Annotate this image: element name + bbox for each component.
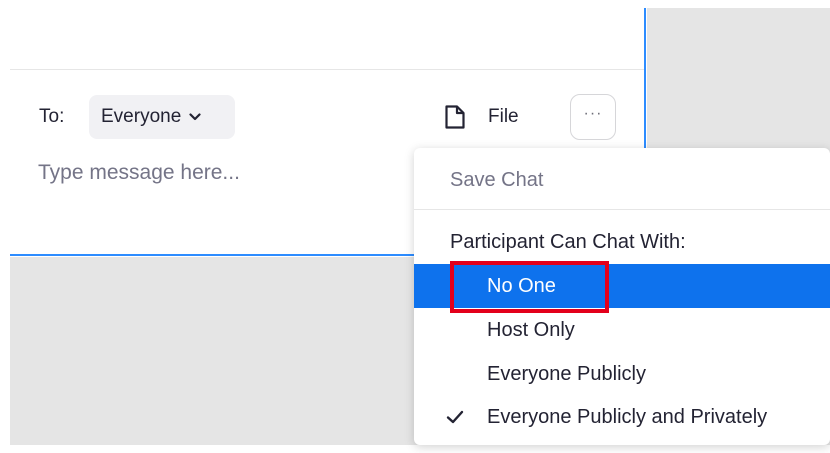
composer-divider (10, 69, 644, 70)
message-input[interactable] (38, 158, 398, 188)
option-label: Host Only (487, 318, 575, 341)
file-icon (445, 105, 465, 129)
option-label: No One (487, 274, 556, 297)
chevron-down-icon (189, 113, 201, 121)
menu-item-everyone-publicly[interactable]: Everyone Publicly (414, 352, 830, 396)
more-options-button[interactable]: ··· (570, 94, 616, 140)
recipient-value: Everyone (101, 106, 182, 127)
menu-item-everyone-publicly-and-privately[interactable]: Everyone Publicly and Privately (414, 395, 830, 439)
menu-item-no-one[interactable]: No One (414, 264, 830, 308)
check-icon (446, 410, 464, 424)
chat-window: To: Everyone File ··· Save Chat Particip… (0, 0, 830, 453)
menu-item-host-only[interactable]: Host Only (414, 308, 830, 352)
option-label: Everyone Publicly (487, 362, 646, 385)
more-options-menu: Save Chat Participant Can Chat With: No … (414, 148, 830, 445)
option-label: Everyone Publicly and Privately (487, 405, 768, 428)
menu-item-save-chat[interactable]: Save Chat (414, 158, 830, 202)
save-chat-label: Save Chat (450, 168, 544, 191)
more-icon: ··· (583, 105, 603, 122)
file-label: File (488, 106, 519, 127)
to-label: To: (39, 106, 65, 127)
file-button[interactable]: File (444, 100, 519, 134)
recipient-dropdown[interactable]: Everyone (89, 95, 235, 139)
menu-section-header: Participant Can Chat With: (414, 220, 830, 264)
menu-divider (414, 209, 830, 210)
section-label: Participant Can Chat With: (450, 230, 686, 253)
backdrop-bottom-strip (0, 445, 830, 453)
